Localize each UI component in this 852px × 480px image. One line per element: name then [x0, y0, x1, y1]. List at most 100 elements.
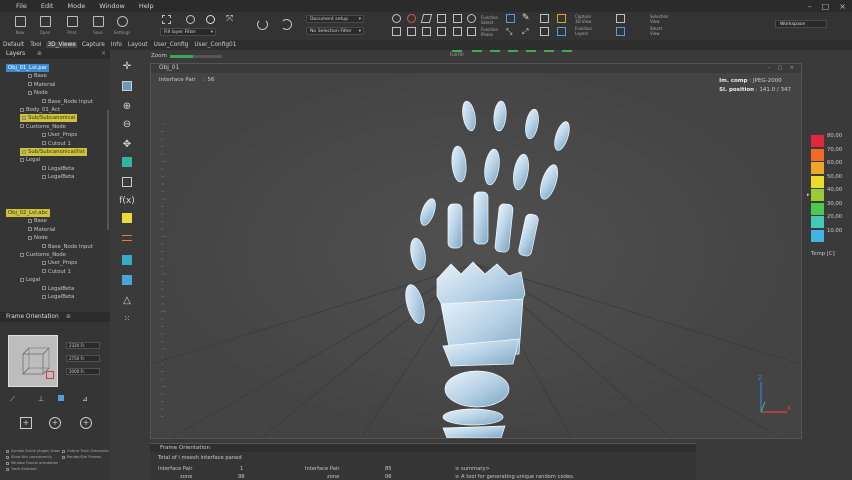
layer-node[interactable]: Material — [28, 81, 56, 89]
frame-option-checkbox[interactable]: Render/Sim Frames — [62, 455, 101, 459]
function-phase-label[interactable]: Function Phase — [481, 27, 501, 37]
layer-node[interactable]: Material — [28, 226, 56, 234]
tab-user-config[interactable]: User_Config — [153, 42, 190, 48]
frame-icon[interactable] — [437, 14, 446, 23]
layer-checkbox[interactable] — [28, 90, 32, 95]
smart-view-label[interactable]: Smart View — [650, 26, 672, 36]
layer-checkbox[interactable] — [42, 260, 46, 265]
legend-marker-icon[interactable]: ▸ — [807, 192, 810, 198]
layer-node[interactable]: LegalBeta — [42, 293, 74, 301]
history-icon[interactable] — [281, 19, 292, 30]
square-select-icon[interactable] — [453, 14, 462, 23]
move-arrows-icon[interactable]: ⤡ — [506, 27, 515, 36]
layer-checkbox[interactable] — [28, 227, 32, 232]
layer-checkbox[interactable] — [42, 166, 46, 171]
menu-window[interactable]: Window — [99, 2, 125, 10]
smart-view-icon[interactable] — [616, 27, 625, 36]
rotate-icon[interactable] — [257, 19, 268, 30]
diagonal-box-5-icon[interactable] — [453, 27, 462, 36]
rectangle-icon[interactable] — [540, 14, 549, 23]
layer-checkbox[interactable] — [42, 141, 46, 146]
parallelogram-icon[interactable] — [420, 14, 433, 23]
grid-dots-icon[interactable]: ⁙ — [115, 310, 139, 328]
layer-checkbox[interactable] — [42, 244, 46, 249]
layer-node[interactable]: Sub/Subcanonical — [20, 114, 78, 123]
layer-node[interactable]: Obj_01_Lvl.par — [6, 64, 50, 72]
layer-node[interactable]: Cutout 1 — [42, 268, 71, 276]
layer-checkbox[interactable] — [22, 115, 26, 120]
layer-node[interactable]: Base_Node Input — [42, 243, 93, 251]
layer-checkbox[interactable] — [28, 235, 32, 240]
image-icon[interactable] — [115, 78, 139, 96]
diagonal-box-2-icon[interactable] — [407, 27, 416, 36]
function-layers-label[interactable]: Function Layers — [575, 26, 597, 36]
ruler-icon[interactable] — [115, 230, 139, 248]
layer-node[interactable]: User_Props — [42, 131, 77, 139]
layer-checkbox[interactable] — [42, 294, 46, 299]
open-button[interactable]: Open — [36, 16, 54, 35]
diagonal-box-icon[interactable] — [392, 27, 401, 36]
settings-button[interactable]: Settings — [113, 16, 131, 35]
layer-checkbox[interactable] — [42, 132, 46, 137]
layer-checkbox[interactable] — [22, 149, 26, 154]
lasso-icon[interactable] — [186, 15, 195, 24]
maximize-button[interactable]: □ — [822, 2, 830, 11]
frame-option-checkbox[interactable]: Window Frontal orientation — [6, 461, 58, 465]
viewport-window-controls[interactable]: – □ × — [767, 64, 797, 73]
frame-option-checkbox[interactable]: Show this componently — [6, 455, 52, 459]
tab-info[interactable]: Info — [110, 42, 123, 48]
selection-view-icon[interactable] — [616, 14, 625, 23]
selection-filter-select[interactable]: No Selection Filter ▾ — [306, 27, 364, 35]
teal-box-icon[interactable] — [115, 252, 139, 270]
layer-node[interactable]: Node — [28, 89, 48, 97]
minimize-button[interactable]: – — [808, 2, 812, 11]
close-icon[interactable]: × — [101, 50, 106, 59]
layer-node[interactable]: Custome_Node — [20, 251, 66, 259]
pan-icon[interactable]: ✥ — [115, 136, 139, 154]
diagonal-box-3-icon[interactable] — [422, 27, 431, 36]
axis-xy-icon[interactable]: ⟋ — [10, 395, 15, 404]
marquee-select-icon[interactable] — [162, 15, 171, 24]
frame-marker-icon[interactable] — [46, 371, 54, 379]
layer-checkbox[interactable] — [20, 277, 24, 282]
tab-default[interactable]: Default — [2, 42, 25, 48]
layer-node[interactable]: Node — [28, 234, 48, 242]
frame-field-2[interactable]: 2750 Fr. — [66, 355, 100, 362]
close-window-button[interactable]: × — [839, 2, 846, 11]
frame-field-1[interactable]: 2320 Fr. — [66, 342, 100, 349]
blue-box-icon[interactable] — [115, 272, 139, 290]
layer-node[interactable]: Base — [28, 72, 47, 80]
capture-3d-view-label[interactable]: Capture 3D View — [575, 14, 597, 24]
layer-checkbox[interactable] — [20, 107, 24, 112]
frame-option-checkbox[interactable]: Track Selected — [6, 467, 36, 471]
menu-file[interactable]: File — [16, 2, 27, 10]
move-arrows-2-icon[interactable]: ⤢ — [522, 27, 531, 36]
wire-cube-icon[interactable] — [115, 174, 139, 192]
layer-checkbox[interactable] — [28, 218, 32, 223]
layer-checkbox[interactable] — [42, 269, 46, 274]
zoom-slider[interactable] — [170, 55, 222, 58]
layer-node[interactable]: Base — [28, 217, 47, 225]
layer-node[interactable]: Custome_Node — [20, 123, 66, 131]
diagonal-box-6-icon[interactable] — [467, 27, 476, 36]
layer-checkbox[interactable] — [42, 174, 46, 179]
layer-node[interactable]: LegalBeta — [42, 285, 74, 293]
reset-view-icon[interactable]: + — [80, 417, 92, 429]
search-icon[interactable] — [392, 14, 401, 23]
function-select-label[interactable]: Function Select — [481, 15, 501, 25]
layer-node[interactable]: Base_Node Input — [42, 98, 93, 106]
layer-checkbox[interactable] — [42, 99, 46, 104]
pin-icon[interactable]: ⊕ — [37, 50, 42, 59]
frame-option-checkbox[interactable]: Output Track Simulation — [62, 449, 109, 453]
cube-icon[interactable] — [506, 14, 515, 23]
tab-user-config01[interactable]: User_Config01 — [193, 42, 237, 48]
workspace-select[interactable]: Workspace — [775, 20, 827, 28]
zoom-in-icon[interactable]: ⊕ — [115, 98, 139, 116]
frame-field-3[interactable]: 2000 Fr. — [66, 368, 100, 375]
layer-node[interactable]: Obj_02_Lvl.abc — [6, 209, 50, 217]
tab-capture[interactable]: Capture — [81, 42, 106, 48]
target-icon[interactable] — [206, 15, 215, 24]
selection-view-label[interactable]: Selection View — [650, 14, 672, 24]
solid-cube-icon[interactable] — [115, 154, 139, 172]
pin-icon[interactable]: ⊕ — [66, 313, 71, 322]
